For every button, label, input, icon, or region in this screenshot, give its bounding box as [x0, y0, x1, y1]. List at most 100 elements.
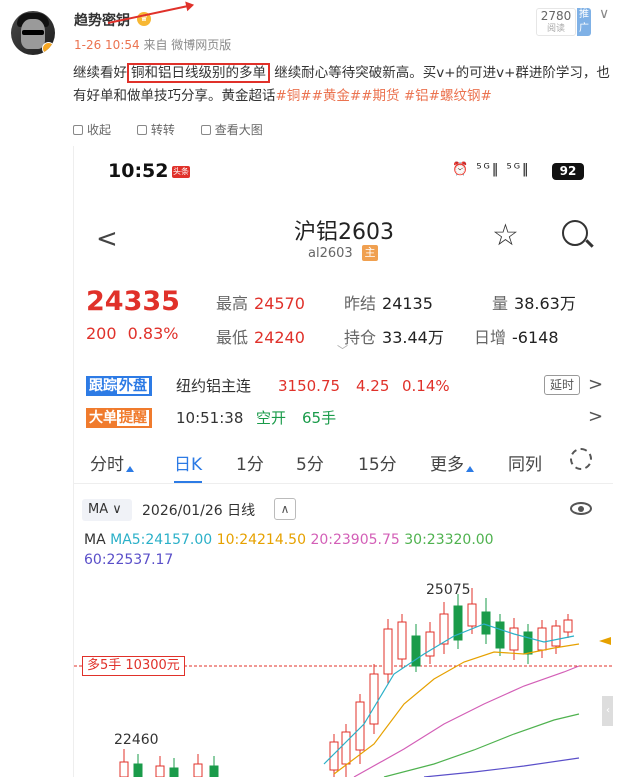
weibo-post: 趋势密钥 ♛ 1-26 10:54 来自 微博网页版 2780 阅读 推广 ∨ …	[0, 0, 635, 145]
quote-low-value: 24240	[254, 328, 305, 347]
favorite-star-icon[interactable]: ☆	[492, 218, 519, 253]
candle-body	[563, 619, 573, 633]
chevron-right-icon[interactable]: >	[588, 374, 603, 395]
ma10-value: 10:24214.50	[216, 532, 306, 548]
chart-date-value: 2026/01/26	[142, 503, 223, 519]
rotate-icon	[136, 125, 147, 135]
chevron-right-icon[interactable]: >	[588, 406, 603, 427]
delay-button[interactable]: 延时	[544, 375, 580, 395]
collapse-label: 收起	[87, 123, 112, 137]
tab-timeshare-label: 分时	[90, 455, 124, 475]
view-large-button[interactable]: 查看大图	[200, 123, 263, 137]
tab-more[interactable]: 更多	[430, 450, 474, 475]
candle-body	[495, 621, 505, 649]
outer-change: 4.25	[356, 377, 390, 395]
big-order-time: 10:51:38	[176, 409, 244, 427]
ma-line	[423, 757, 580, 777]
candle-body	[209, 765, 219, 777]
tab-5min[interactable]: 5分	[296, 450, 324, 475]
candle-body	[383, 628, 393, 675]
tab-1min[interactable]: 1分	[236, 450, 264, 475]
tab-more-label: 更多	[430, 455, 464, 475]
candle-body	[193, 763, 203, 777]
tab-daily-k[interactable]: 日K	[174, 450, 203, 483]
outer-pct: 0.14%	[402, 377, 450, 395]
battery-icon: 92	[552, 163, 584, 180]
chevron-down-icon[interactable]: ∨	[599, 6, 609, 22]
track-tag-1: 跟踪	[89, 378, 117, 394]
outer-contract-name: 纽约铝主连	[176, 377, 252, 395]
author-avatar[interactable]	[11, 11, 55, 55]
high-price-label: 25075	[426, 582, 471, 598]
low-price-label: 22460	[114, 732, 159, 748]
ma60-value: 60:22537.17	[84, 552, 174, 568]
promo-badge[interactable]: 推广	[577, 8, 591, 36]
ma-values-row: MA MA5:24157.00 10:24214.50 20:23905.75 …	[84, 532, 494, 548]
collapse-icon	[73, 125, 83, 135]
tab-timeshare[interactable]: 分时	[90, 450, 134, 475]
hashtag-link[interactable]: 螺纹钢#	[440, 88, 492, 104]
quote-high: 最高 24570	[216, 290, 305, 314]
dropdown-triangle-icon	[466, 466, 474, 472]
gear-icon[interactable]	[570, 448, 592, 470]
candle-body	[509, 627, 519, 651]
candle-body	[481, 611, 491, 635]
change-percent: 0.83%	[127, 324, 179, 343]
chart-header: MA ∨ 2026/01/26 日线 ∧	[74, 496, 613, 526]
search-icon[interactable]	[562, 220, 588, 246]
read-label: 阅读	[546, 24, 565, 34]
hashtag-link[interactable]: #期货	[361, 88, 399, 104]
big-order-tag-1: 大单	[89, 410, 117, 426]
candle-body	[133, 763, 143, 777]
candle-body	[169, 767, 179, 777]
candle-body	[537, 627, 547, 651]
candles	[119, 588, 573, 777]
contract-code: al2603	[308, 246, 353, 261]
track-tag: 跟踪 外盘	[86, 376, 152, 396]
change-value: 200	[86, 324, 117, 343]
view-large-label: 查看大图	[214, 123, 263, 137]
rotate-button[interactable]: 转转	[136, 123, 175, 137]
verified-badge-icon	[42, 42, 55, 55]
contract-name: 沪铝2603	[294, 220, 394, 245]
tab-peers[interactable]: 同列	[508, 450, 542, 475]
collapse-button[interactable]: 收起	[73, 123, 111, 137]
hashtag-link[interactable]: #铝#	[400, 88, 440, 104]
kline-chart[interactable]: 25075 22460 多5手 10300元 ‹	[74, 574, 613, 777]
candle-body	[155, 765, 165, 777]
candle-body	[397, 621, 407, 660]
quote-open-interest: 持仓 33.44万	[344, 324, 444, 348]
price-change: 200 0.83%	[86, 324, 178, 343]
hashtag-link[interactable]: #黄金#	[312, 88, 362, 104]
quote-low: 最低 24240	[216, 324, 305, 348]
quote-panel: 24335 200 0.83% 最高 24570 昨结 24135 量 38.63万 …	[74, 284, 613, 357]
last-price: 24335	[86, 286, 180, 317]
candle-body	[551, 625, 561, 647]
quote-prev-value: 24135	[382, 294, 433, 313]
chart-date: 2026/01/26 日线	[142, 500, 255, 520]
eye-icon[interactable]	[570, 502, 592, 515]
quote-high-value: 24570	[254, 294, 305, 313]
outer-price: 3150.75	[278, 377, 341, 395]
hashtag-link[interactable]: #铜#	[276, 88, 312, 104]
phone-clock: 10:52	[108, 160, 169, 182]
ma-line	[383, 713, 580, 777]
position-order-tag[interactable]: 多5手 10300元	[82, 656, 185, 676]
big-order-row[interactable]: 大单 提醒 10:51:38 空开 65手 >	[74, 404, 613, 434]
collapse-chevron-up-icon[interactable]: ∧	[274, 498, 296, 520]
side-expand-tab[interactable]: ‹	[602, 696, 613, 726]
indicator-select[interactable]: MA ∨	[82, 499, 132, 521]
candle-body	[439, 613, 449, 645]
expand-chevron-icon[interactable]: ﹀	[337, 342, 348, 358]
main-contract-badge: 主	[362, 245, 378, 261]
outer-market-row[interactable]: 跟踪 外盘 纽约铝主连 3150.75 4.25 0.14% 延时 >	[74, 372, 613, 402]
embedded-screenshot[interactable]: 10:52 头条 ⏰ ⁵ᴳ‖ ⁵ᴳ‖ 92 < 沪铝2603 al2603 主 …	[73, 146, 613, 777]
candle-body	[341, 731, 351, 765]
image-icon	[200, 125, 211, 135]
tab-15min[interactable]: 15分	[358, 450, 397, 475]
big-order-tag-2: 提醒	[117, 410, 149, 426]
quote-daily-value: -6148	[512, 328, 559, 347]
post-time[interactable]: 1-26 10:54	[74, 38, 140, 52]
quote-low-label: 最低	[216, 328, 249, 347]
ma-label: MA	[84, 532, 106, 548]
